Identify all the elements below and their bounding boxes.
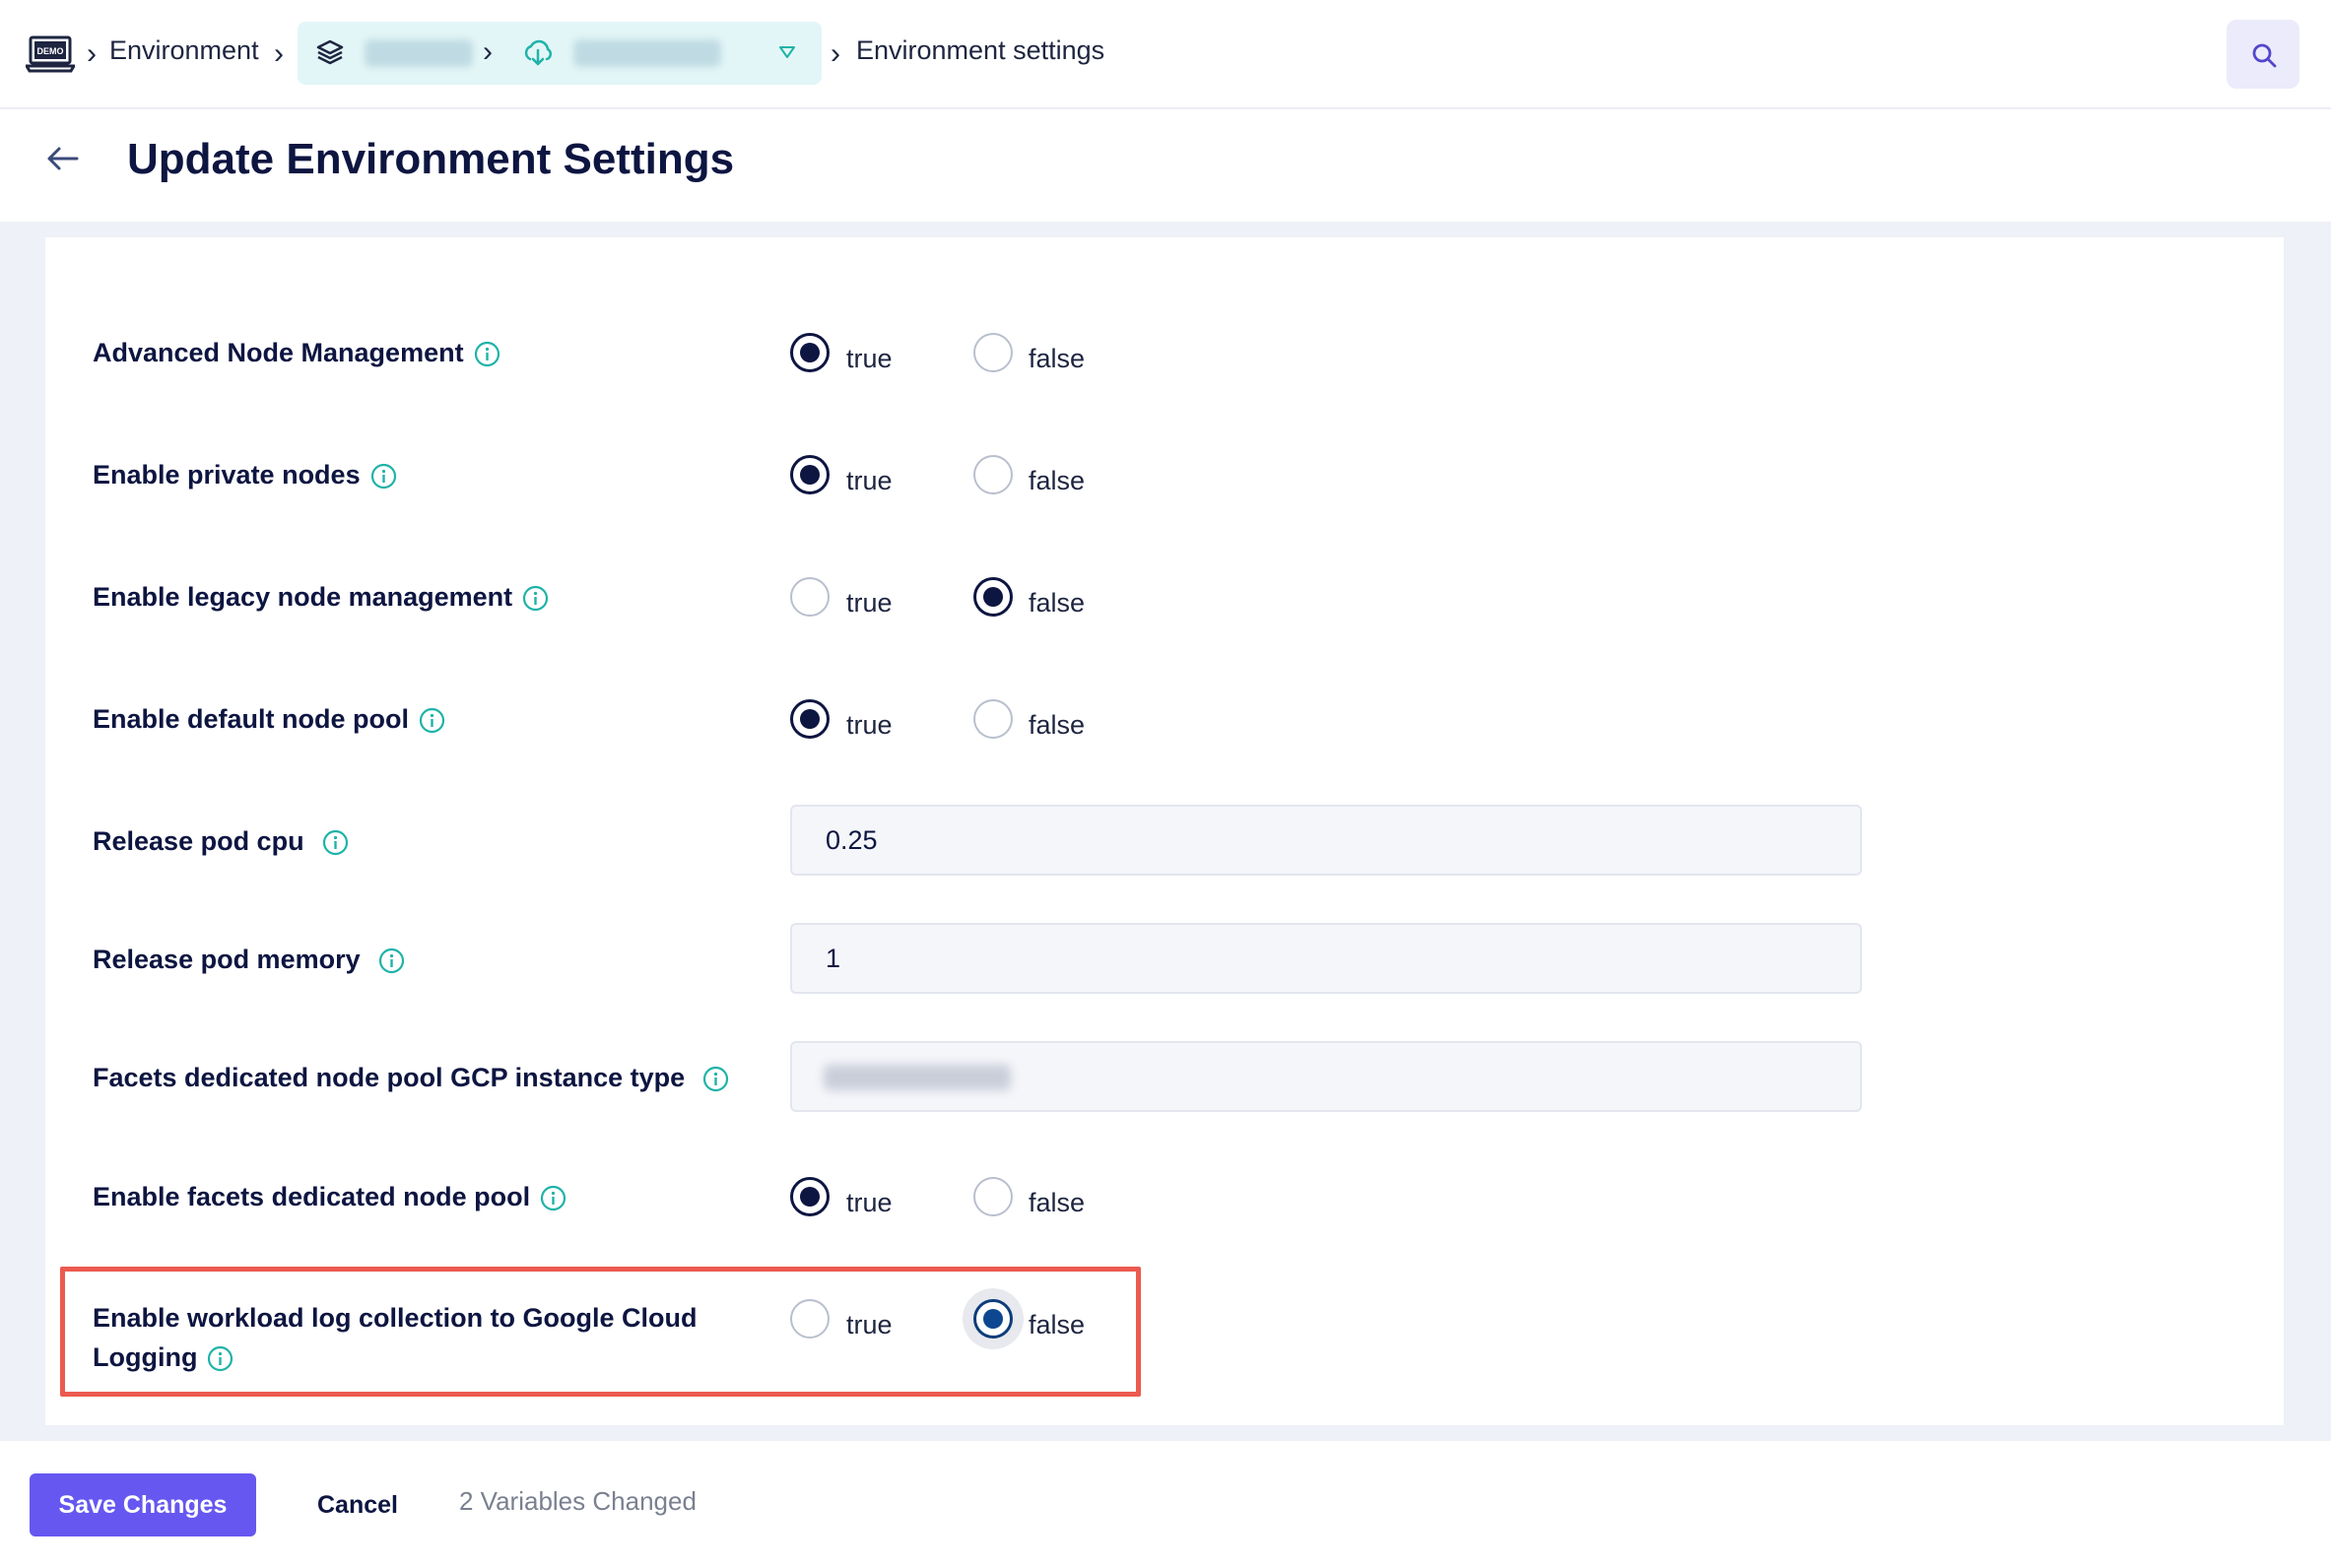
layers-icon: [316, 39, 344, 65]
variables-changed-status: 2 Variables Changed: [459, 1486, 697, 1516]
setting-label-enable-workload-log-collection: Enable workload log collection to Google…: [93, 1303, 698, 1372]
blurred-instance-type-value: [824, 1065, 1011, 1090]
cancel-button[interactable]: Cancel: [296, 1473, 420, 1536]
info-icon[interactable]: [419, 707, 445, 734]
info-icon[interactable]: [522, 585, 549, 612]
breadcrumb-separator-icon: ›: [483, 35, 493, 68]
setting-label-enable-facets-dedicated-node-pool: Enable facets dedicated node pool: [93, 1177, 566, 1216]
search-button[interactable]: [2227, 20, 2299, 89]
info-icon[interactable]: [378, 947, 405, 974]
breadcrumb-separator-icon: ›: [87, 37, 97, 70]
page-title: Update Environment Settings: [127, 135, 735, 183]
radio-enable-private-nodes-false[interactable]: [973, 455, 1013, 494]
info-icon[interactable]: [474, 341, 500, 367]
radio-label-false: false: [1029, 1188, 1086, 1217]
setting-label-enable-private-nodes: Enable private nodes: [93, 455, 397, 494]
radio-enable-private-nodes-true[interactable]: [790, 455, 830, 494]
setting-label-enable-default-node-pool: Enable default node pool: [93, 699, 445, 739]
info-icon[interactable]: [540, 1185, 566, 1211]
radio-label-false: false: [1029, 588, 1086, 618]
radio-label-false: false: [1029, 710, 1086, 740]
back-arrow-icon[interactable]: [43, 139, 83, 178]
radio-enable-workload-log-collection-true[interactable]: [790, 1299, 830, 1339]
radio-enable-default-node-pool-false[interactable]: [973, 699, 1013, 739]
info-icon[interactable]: [207, 1345, 233, 1372]
radio-label-false: false: [1029, 344, 1086, 373]
radio-enable-legacy-node-management-false[interactable]: [973, 577, 1013, 617]
setting-label-advanced-node-management: Advanced Node Management: [93, 333, 500, 372]
info-icon[interactable]: [370, 463, 397, 490]
breadcrumb-separator-icon: ›: [831, 37, 840, 70]
chevron-down-icon[interactable]: [778, 45, 796, 59]
demo-laptop-icon[interactable]: DEMO: [26, 35, 75, 73]
breadcrumb-separator-icon: ›: [274, 37, 284, 70]
radio-enable-default-node-pool-true[interactable]: [790, 699, 830, 739]
radio-advanced-node-management-true[interactable]: [790, 333, 830, 372]
release-pod-cpu-input[interactable]: [790, 805, 1862, 876]
radio-label-true: true: [846, 1310, 893, 1339]
radio-enable-workload-log-collection-false[interactable]: [973, 1299, 1013, 1339]
breadcrumb-selector[interactable]: ›: [298, 22, 822, 85]
search-icon: [2252, 43, 2277, 68]
radio-advanced-node-management-false[interactable]: [973, 333, 1013, 372]
blurred-project-name: [365, 39, 473, 67]
radio-label-false: false: [1029, 466, 1086, 495]
breadcrumb-environment[interactable]: Environment: [109, 35, 259, 66]
logo-text: DEMO: [37, 46, 64, 56]
info-icon[interactable]: [322, 829, 349, 856]
setting-label-facets-instance-type: Facets dedicated node pool GCP instance …: [93, 1058, 729, 1097]
setting-label-release-pod-cpu: Release pod cpu: [93, 821, 349, 861]
footer-bar: Save Changes Cancel 2 Variables Changed: [0, 1441, 2331, 1568]
radio-label-true: true: [846, 710, 893, 740]
radio-label-true: true: [846, 588, 893, 618]
cloud-download-icon: [524, 39, 553, 66]
release-pod-memory-input[interactable]: [790, 923, 1862, 994]
radio-label-true: true: [846, 1188, 893, 1217]
blurred-environment-name: [573, 39, 721, 67]
breadcrumb-current: Environment settings: [856, 35, 1105, 65]
title-bar: Update Environment Settings: [0, 109, 2331, 222]
info-icon[interactable]: [702, 1066, 729, 1092]
save-changes-button[interactable]: Save Changes: [30, 1473, 256, 1536]
radio-enable-facets-dedicated-node-pool-false[interactable]: [973, 1177, 1013, 1216]
radio-enable-legacy-node-management-true[interactable]: [790, 577, 830, 617]
top-bar: DEMO › Environment › › › Environment set…: [0, 0, 2331, 109]
radio-label-true: true: [846, 344, 893, 373]
radio-label-false: false: [1029, 1310, 1086, 1339]
radio-label-true: true: [846, 466, 893, 495]
setting-label-enable-legacy-node-management: Enable legacy node management: [93, 577, 549, 617]
radio-enable-facets-dedicated-node-pool-true[interactable]: [790, 1177, 830, 1216]
setting-label-release-pod-memory: Release pod memory: [93, 940, 405, 979]
